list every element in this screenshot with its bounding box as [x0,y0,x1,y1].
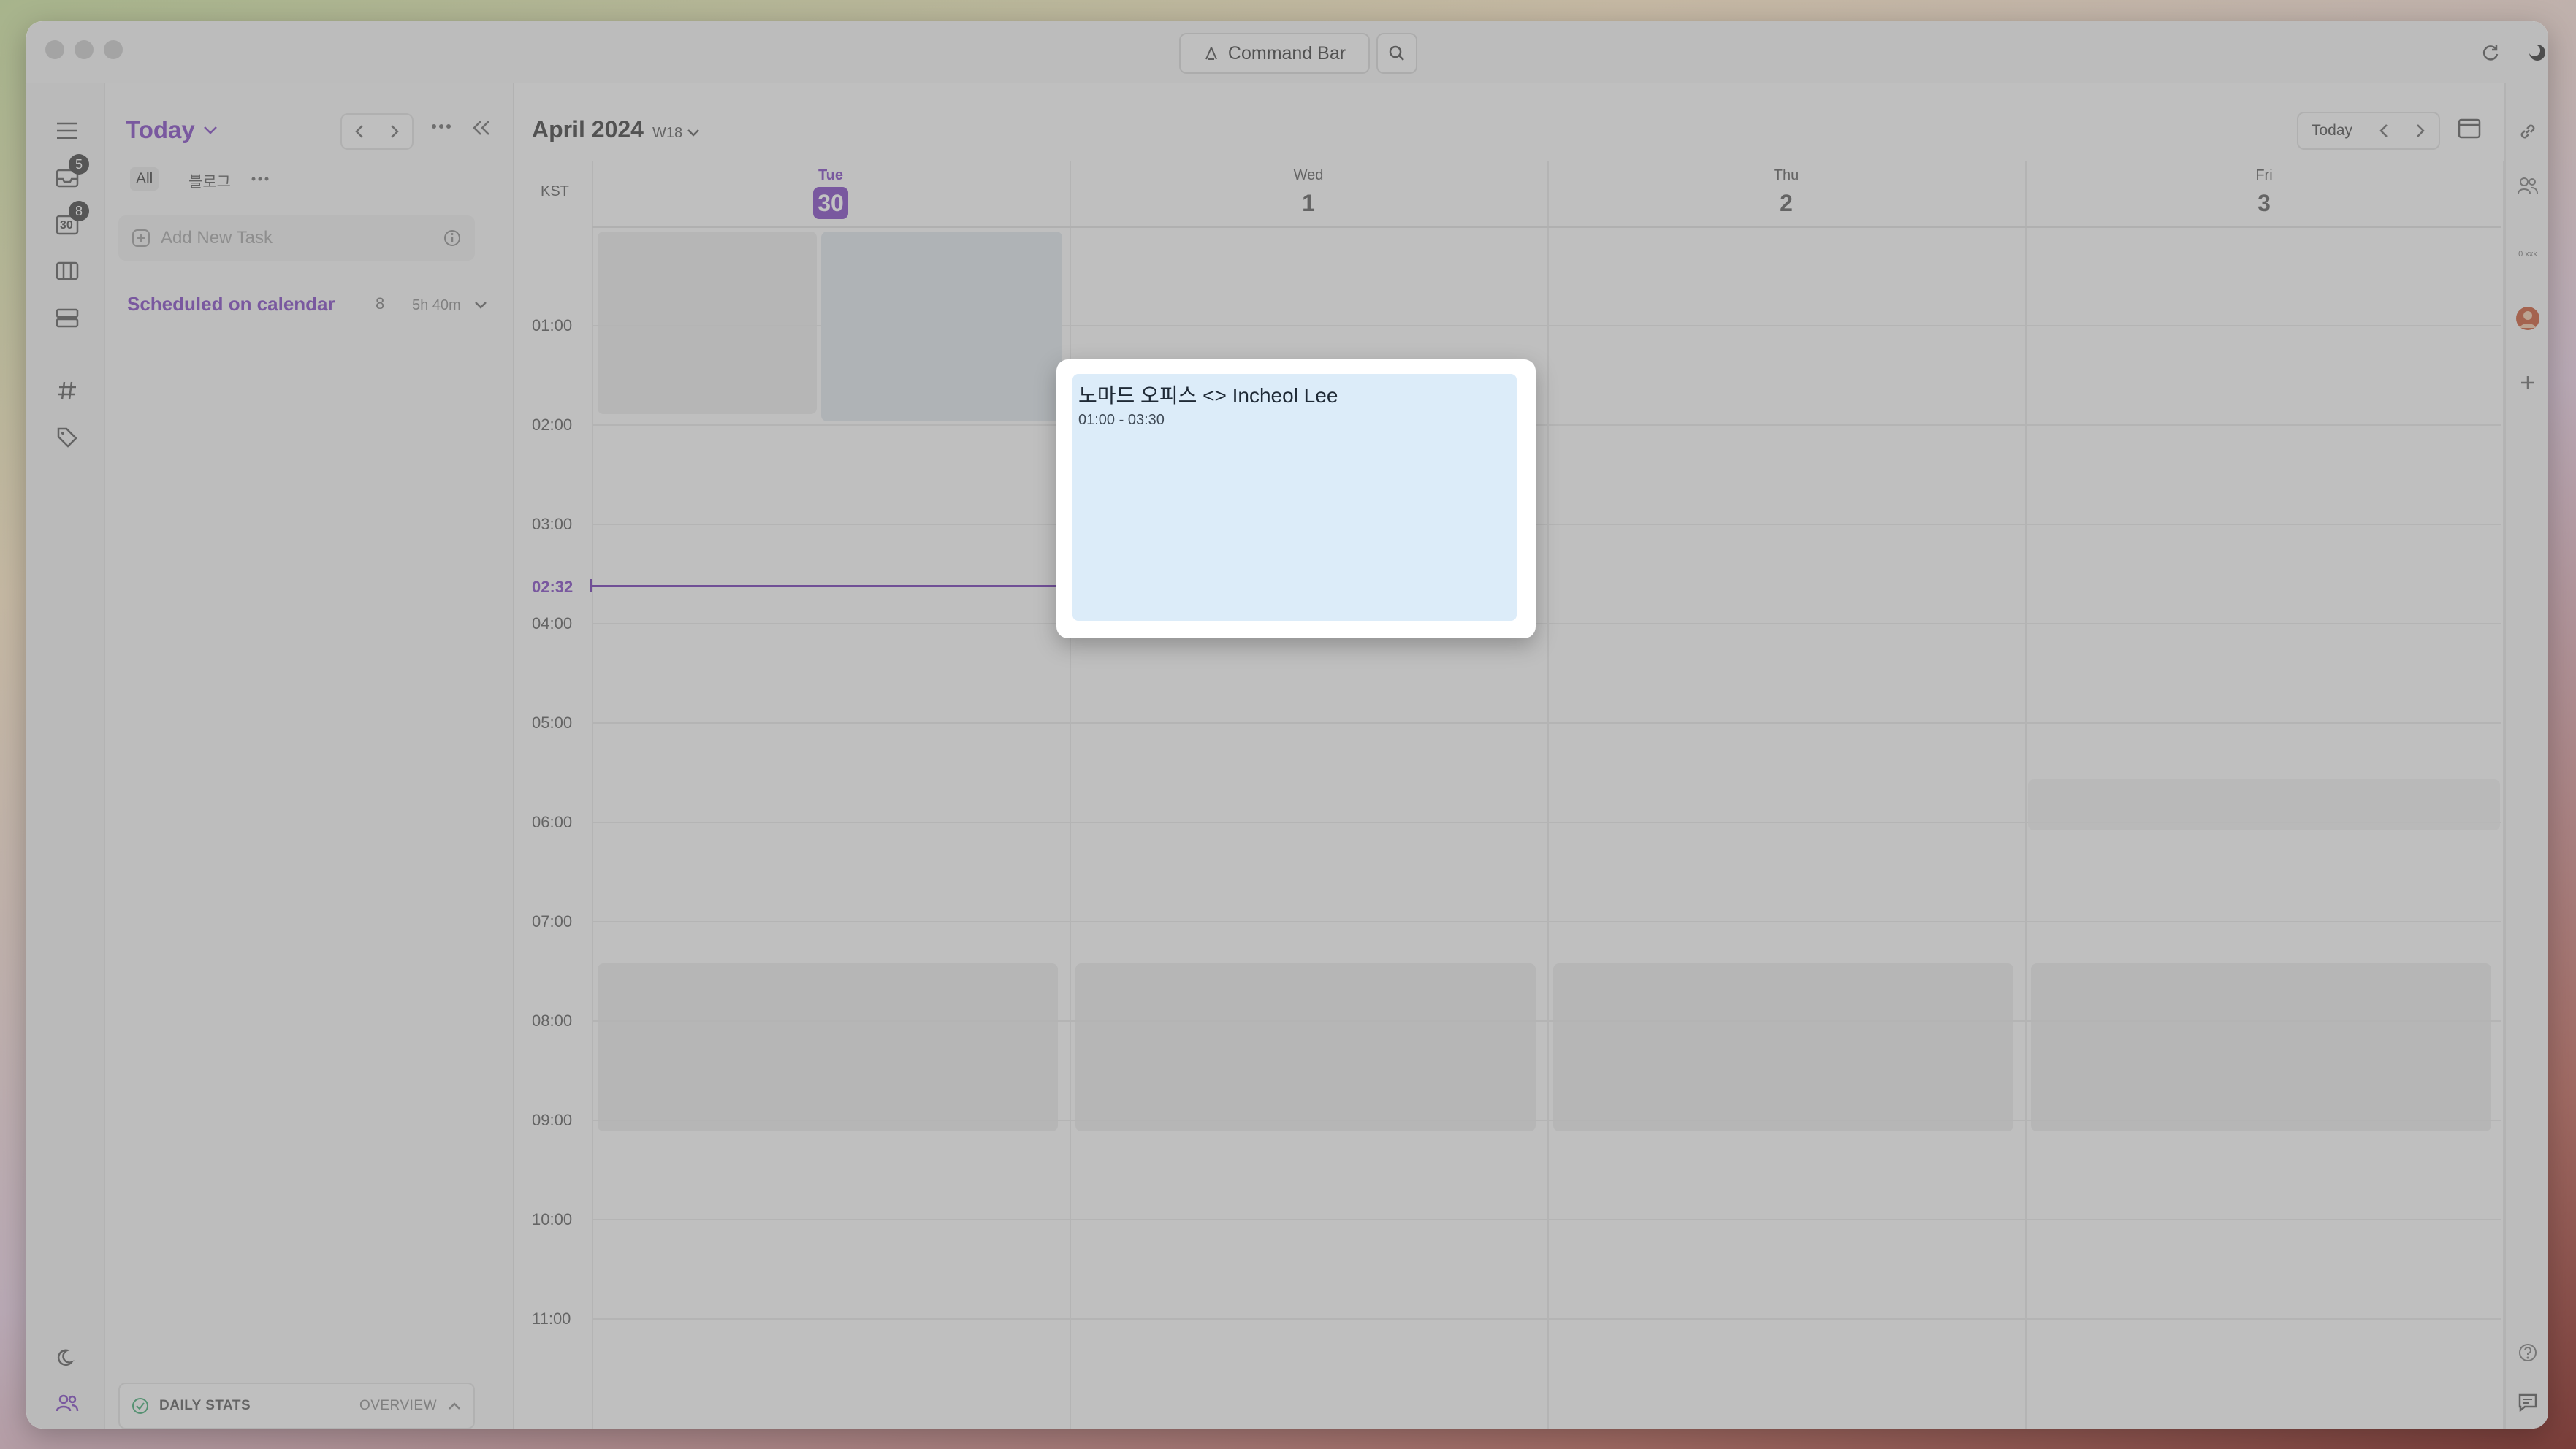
event-card[interactable]: 노마드 오피스 <> Incheol Lee 01:00 - 03:30 [1072,374,1517,621]
event-popup: 노마드 오피스 <> Incheol Lee 01:00 - 03:30 [1056,359,1536,638]
app-window: Command Bar 5 30 8 Today All 블로그 Add New… [26,21,2548,1429]
event-title: 노마드 오피스 <> Incheol Lee [1078,384,1338,407]
modal-overlay[interactable] [26,21,2548,1429]
event-time: 01:00 - 03:30 [1078,412,1165,428]
